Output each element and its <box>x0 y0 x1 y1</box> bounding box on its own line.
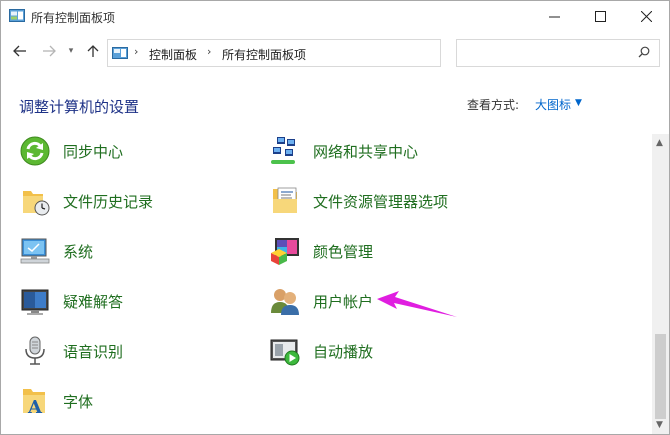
explorer-options-icon <box>273 187 297 213</box>
search-icon[interactable] <box>638 46 650 62</box>
troubleshooting-icon <box>21 289 49 315</box>
view-by-label: 查看方式: <box>467 98 520 112</box>
item-label: 系统 <box>63 242 94 261</box>
item-troubleshooting[interactable]: 疑难解答 <box>19 281 123 321</box>
item-explorer-options[interactable]: 文件资源管理器选项 <box>269 181 448 221</box>
sync-center-icon <box>20 136 50 166</box>
item-label: 颜色管理 <box>313 242 374 261</box>
view-by-dropdown[interactable]: 大图标 <box>535 96 571 113</box>
item-label: 语音识别 <box>63 342 124 361</box>
control-panel-icon <box>9 9 25 22</box>
breadcrumb-all-items[interactable]: 所有控制面板项 <box>222 46 306 63</box>
minimize-icon <box>548 16 560 18</box>
item-label: 文件资源管理器选项 <box>313 192 449 211</box>
chevron-down-icon[interactable]: ▼ <box>575 98 582 108</box>
vertical-scrollbar[interactable]: ▲ ▼ <box>652 134 669 434</box>
address-bar[interactable]: › 控制面板 › 所有控制面板项 ▾ <box>107 39 536 67</box>
chevron-right-icon: › <box>134 45 139 58</box>
item-label: 疑难解答 <box>63 292 124 311</box>
item-color-management[interactable]: 颜色管理 <box>269 231 373 271</box>
item-system[interactable]: 系统 <box>19 231 93 271</box>
network-sharing-icon <box>271 137 295 164</box>
search-box[interactable] <box>456 39 660 67</box>
scrollbar-thumb[interactable] <box>655 334 666 419</box>
forward-button[interactable] <box>39 40 59 62</box>
maximize-button[interactable] <box>577 1 623 32</box>
up-arrow-icon <box>87 45 99 57</box>
item-autoplay[interactable]: 自动播放 <box>269 331 373 371</box>
item-user-accounts[interactable]: 用户帐户 <box>269 281 373 321</box>
back-button[interactable] <box>10 40 30 62</box>
item-sync-center[interactable]: 同步中心 <box>19 131 123 171</box>
scroll-down-icon[interactable]: ▼ <box>656 420 663 430</box>
maximize-icon <box>594 11 606 22</box>
item-label: 同步中心 <box>63 142 124 161</box>
minimize-button[interactable] <box>531 1 577 32</box>
back-arrow-icon <box>13 45 26 57</box>
fonts-icon: A <box>23 389 45 417</box>
close-button[interactable] <box>623 1 669 32</box>
forward-arrow-icon <box>43 45 56 57</box>
item-label: 用户帐户 <box>313 292 374 311</box>
svg-text:A: A <box>27 397 43 417</box>
item-file-history[interactable]: 文件历史记录 <box>19 181 153 221</box>
autoplay-icon <box>270 339 300 366</box>
item-label: 自动播放 <box>313 342 374 361</box>
item-speech-recognition[interactable]: 语音识别 <box>19 331 123 371</box>
title-bar[interactable]: 所有控制面板项 <box>1 1 669 33</box>
window-title: 所有控制面板项 <box>31 11 116 25</box>
chevron-right-icon: › <box>207 45 212 58</box>
chevron-down-icon: ▾ <box>68 46 74 56</box>
item-fonts[interactable]: A 字体 <box>19 381 93 421</box>
breadcrumb-control-panel[interactable]: 控制面板 <box>149 46 197 63</box>
control-panel-icon <box>112 47 128 59</box>
item-label: 字体 <box>63 392 94 411</box>
system-icon <box>20 238 50 264</box>
scroll-up-icon[interactable]: ▲ <box>656 138 663 148</box>
item-label: 文件历史记录 <box>63 192 154 211</box>
control-panel-window: 所有控制面板项 ▾ › 控制面板 › 所有控制面板项 调整计算机的设置 查看方式… <box>0 0 670 435</box>
item-label: 网络和共享中心 <box>313 142 419 161</box>
close-icon <box>640 11 652 22</box>
page-title: 调整计算机的设置 <box>19 98 140 116</box>
speech-recognition-icon <box>25 336 45 365</box>
file-history-icon <box>23 191 50 216</box>
user-accounts-icon <box>271 289 299 315</box>
recent-locations-button[interactable]: ▾ <box>61 40 81 62</box>
color-management-icon <box>271 238 299 265</box>
up-button[interactable] <box>83 40 103 62</box>
navigation-bar: ▾ › 控制面板 › 所有控制面板项 ▾ <box>1 34 669 70</box>
item-network-sharing[interactable]: 网络和共享中心 <box>269 131 418 171</box>
